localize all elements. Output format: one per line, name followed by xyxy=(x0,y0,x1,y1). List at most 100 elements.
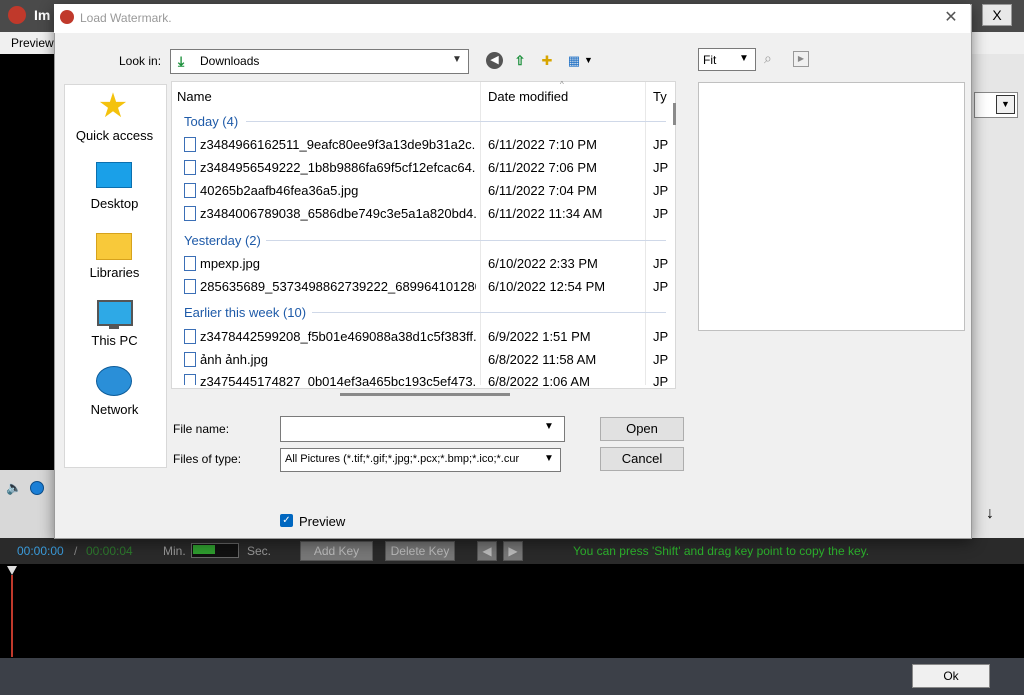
view-menu-chevron-icon[interactable]: ▼ xyxy=(584,55,593,65)
image-file-icon xyxy=(184,160,196,175)
chevron-down-icon[interactable]: ▼ xyxy=(739,53,749,64)
file-name[interactable]: z3484006789038_6586dbe749c3e5a1a820bd4..… xyxy=(200,206,476,221)
column-divider[interactable] xyxy=(480,82,481,385)
delete-key-button[interactable]: Delete Key xyxy=(385,541,455,561)
downloads-icon: ⤓ xyxy=(178,53,185,69)
add-key-button[interactable]: Add Key xyxy=(300,541,373,561)
vertical-scrollbar-thumb[interactable] xyxy=(673,103,676,125)
place-quick-access[interactable]: Quick access xyxy=(64,128,165,143)
file-date: 6/11/2022 7:10 PM xyxy=(488,137,597,152)
file-name[interactable]: z3478442599208_f5b01e469088a38d1c5f383ff… xyxy=(200,329,476,344)
group-header[interactable]: Today (4) xyxy=(184,114,238,129)
group-header[interactable]: Earlier this week (10) xyxy=(184,305,306,320)
file-type: JP xyxy=(653,329,669,344)
back-icon[interactable]: ◀ xyxy=(486,52,503,69)
file-date: 6/11/2022 7:04 PM xyxy=(488,183,597,198)
app-right-panel xyxy=(970,54,1024,538)
file-name-input[interactable] xyxy=(280,416,565,442)
file-date: 6/11/2022 7:06 PM xyxy=(488,160,597,175)
ok-button[interactable]: Ok xyxy=(912,664,990,688)
sec-label: Sec. xyxy=(247,544,272,558)
desktop-icon[interactable] xyxy=(96,162,132,188)
file-date: 6/11/2022 11:34 AM xyxy=(488,206,603,221)
file-date: 6/10/2022 12:54 PM xyxy=(488,279,606,294)
network-icon[interactable] xyxy=(96,366,132,396)
group-divider xyxy=(246,121,666,122)
file-type-value: All Pictures (*.tif;*.gif;*.jpg;*.pcx;*.… xyxy=(285,453,520,465)
chevron-down-icon[interactable]: ▼ xyxy=(996,95,1015,114)
timeline-hint: You can press 'Shift' and drag key point… xyxy=(573,544,870,558)
download-arrow-icon[interactable]: ↓ xyxy=(974,500,1006,528)
file-name[interactable]: 285635689_5373498862739222_689964101280.… xyxy=(200,279,476,294)
column-header-type[interactable]: Ty xyxy=(653,89,667,104)
prev-key-icon[interactable]: ◀ xyxy=(477,541,497,561)
image-file-icon xyxy=(184,374,196,385)
file-date: 6/8/2022 11:58 AM xyxy=(488,352,597,367)
file-type: JP xyxy=(653,256,669,271)
place-this-pc[interactable]: This PC xyxy=(64,333,165,348)
sort-indicator-icon: ^ xyxy=(560,80,564,89)
volume-slider-knob[interactable] xyxy=(30,481,44,495)
image-file-icon xyxy=(184,137,196,152)
image-file-icon xyxy=(184,206,196,221)
min-label: Min. xyxy=(163,544,186,558)
file-type: JP xyxy=(653,374,669,386)
magnifier-icon[interactable]: ⌕ xyxy=(764,50,772,67)
file-name[interactable]: ảnh ảnh.jpg xyxy=(200,352,476,367)
file-name[interactable]: 40265b2aafb46fea36a5.jpg xyxy=(200,183,476,198)
chevron-down-icon[interactable]: ▼ xyxy=(544,453,554,464)
app-close-button[interactable]: X xyxy=(982,4,1012,26)
image-file-icon xyxy=(184,329,196,344)
place-desktop[interactable]: Desktop xyxy=(64,196,165,211)
total-time: 00:00:04 xyxy=(86,544,133,558)
group-divider xyxy=(266,240,666,241)
zoom-value: Fit xyxy=(703,53,717,67)
group-divider xyxy=(312,312,666,313)
new-folder-icon[interactable]: ✚ xyxy=(538,52,556,70)
preview-checkbox[interactable]: ✓ xyxy=(280,514,293,527)
up-folder-icon[interactable]: ⇧ xyxy=(511,52,529,70)
image-file-icon xyxy=(184,256,196,271)
file-name[interactable]: z3484966162511_9eafc80ee9f3a13de9b31a2c.… xyxy=(200,137,476,152)
view-menu-icon[interactable]: ▦ xyxy=(565,52,583,70)
close-icon[interactable]: ✕ xyxy=(936,8,966,28)
playhead-icon[interactable] xyxy=(7,566,17,575)
file-name[interactable]: mpexp.jpg xyxy=(200,256,476,271)
horizontal-scrollbar-thumb[interactable] xyxy=(340,393,510,396)
look-in-label: Look in: xyxy=(119,54,162,68)
column-header-name[interactable]: Name xyxy=(177,89,212,104)
chevron-down-icon[interactable]: ▼ xyxy=(544,421,554,432)
current-time: 00:00:00 xyxy=(17,544,64,558)
image-file-icon xyxy=(184,352,196,367)
file-date: 6/10/2022 2:33 PM xyxy=(488,256,598,271)
group-header[interactable]: Yesterday (2) xyxy=(184,233,261,248)
folder-icon[interactable] xyxy=(96,233,132,260)
open-button[interactable]: Open xyxy=(600,417,684,441)
app-logo-icon xyxy=(8,6,26,24)
image-file-icon xyxy=(184,183,196,198)
column-divider[interactable] xyxy=(645,82,646,385)
app-footer xyxy=(0,658,1024,695)
file-type-label: Files of type: xyxy=(173,452,242,466)
star-icon[interactable]: ★ xyxy=(96,88,130,124)
next-key-icon[interactable]: ▶ xyxy=(503,541,523,561)
look-in-value: Downloads xyxy=(200,54,260,68)
place-network[interactable]: Network xyxy=(64,402,165,417)
file-type: JP xyxy=(653,206,669,221)
speaker-icon[interactable]: 🔈 xyxy=(6,480,22,496)
chevron-down-icon[interactable]: ▼ xyxy=(452,54,462,65)
timeline-track[interactable] xyxy=(0,564,1024,658)
file-name-label: File name: xyxy=(173,422,230,436)
play-icon[interactable]: ▶ xyxy=(793,51,809,67)
place-libraries[interactable]: Libraries xyxy=(64,265,165,280)
time-separator: / xyxy=(74,544,78,558)
column-header-date[interactable]: Date modified xyxy=(488,89,568,104)
file-date: 6/8/2022 1:06 AM xyxy=(488,374,590,386)
playhead-line xyxy=(11,575,13,657)
monitor-icon[interactable] xyxy=(97,300,133,326)
preview-label[interactable]: Preview xyxy=(299,514,345,529)
menu-item-preview[interactable]: Preview xyxy=(11,36,54,50)
cancel-button[interactable]: Cancel xyxy=(600,447,684,471)
file-name[interactable]: z3484956549222_1b8b9886fa69f5cf12efcac64… xyxy=(200,160,476,175)
file-name[interactable]: z3475445174827_0b014ef3a465bc193c5ef473.… xyxy=(200,374,476,386)
